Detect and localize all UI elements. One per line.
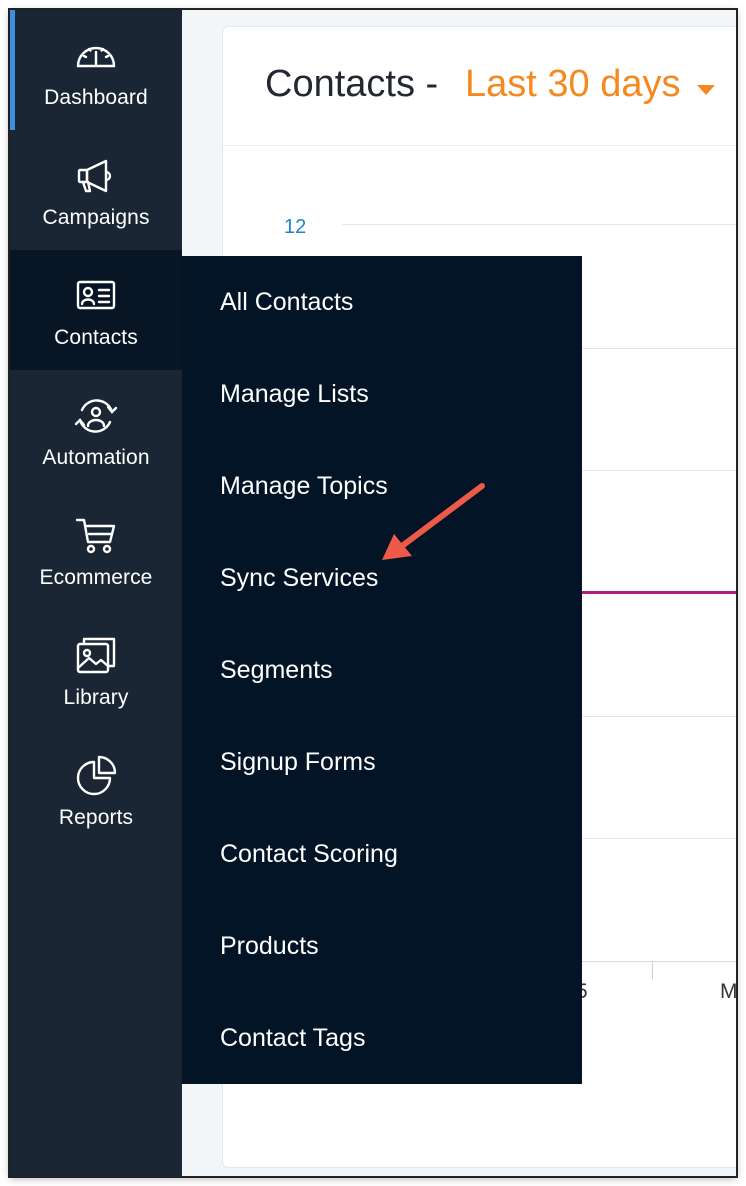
sidebar: Dashboard Campaigns Contacts Automation … [10, 10, 182, 1176]
chart-series-line [570, 591, 736, 594]
contact-card-icon [74, 274, 118, 318]
y-axis-tick-label: 12 [284, 216, 307, 238]
image-library-icon [74, 634, 118, 678]
sidebar-item-library[interactable]: Library [10, 610, 182, 730]
date-range-dropdown[interactable]: Last 30 days [465, 63, 680, 106]
megaphone-icon [74, 154, 118, 198]
x-axis-tick [652, 961, 653, 979]
sidebar-item-contacts[interactable]: Contacts [10, 250, 182, 370]
sidebar-item-campaigns[interactable]: Campaigns [10, 130, 182, 250]
menu-item-segments[interactable]: Segments [220, 650, 333, 690]
page-title: Contacts - [265, 63, 439, 105]
sidebar-item-label: Contacts [54, 326, 138, 349]
menu-item-sync-services[interactable]: Sync Services [220, 558, 378, 598]
menu-item-manage-topics[interactable]: Manage Topics [220, 466, 388, 506]
automation-person-icon [74, 394, 118, 438]
sidebar-item-label: Reports [58, 806, 134, 829]
sidebar-item-label: Library [63, 686, 129, 709]
sidebar-item-ecommerce[interactable]: Ecommerce [10, 490, 182, 610]
menu-item-products[interactable]: Products [220, 926, 319, 966]
sidebar-item-reports[interactable]: Reports [10, 730, 182, 850]
sidebar-item-label: Automation [42, 446, 150, 469]
sidebar-item-dashboard[interactable]: Dashboard [10, 10, 182, 130]
menu-item-manage-lists[interactable]: Manage Lists [220, 374, 369, 414]
sidebar-item-label: Campaigns [42, 206, 150, 229]
contacts-submenu: All Contacts Manage Lists Manage Topics … [182, 256, 582, 1084]
app-window: Dashboard Campaigns Contacts Automation … [10, 10, 736, 1176]
card-header: Contacts - Last 30 days [223, 27, 736, 146]
pie-chart-icon [74, 754, 118, 798]
sidebar-item-label: Ecommerce [39, 566, 153, 589]
menu-item-contact-tags[interactable]: Contact Tags [220, 1018, 365, 1058]
chevron-down-icon[interactable] [697, 85, 715, 95]
sidebar-item-automation[interactable]: Automation [10, 370, 182, 490]
shopping-cart-icon [74, 514, 118, 558]
menu-item-contact-scoring[interactable]: Contact Scoring [220, 834, 398, 874]
x-axis-tick-label: M [720, 980, 736, 1003]
dashboard-gauge-icon [74, 34, 118, 78]
sidebar-item-label: Dashboard [44, 86, 148, 109]
grid-line [342, 224, 736, 225]
menu-item-signup-forms[interactable]: Signup Forms [220, 742, 376, 782]
menu-item-all-contacts[interactable]: All Contacts [220, 282, 353, 322]
